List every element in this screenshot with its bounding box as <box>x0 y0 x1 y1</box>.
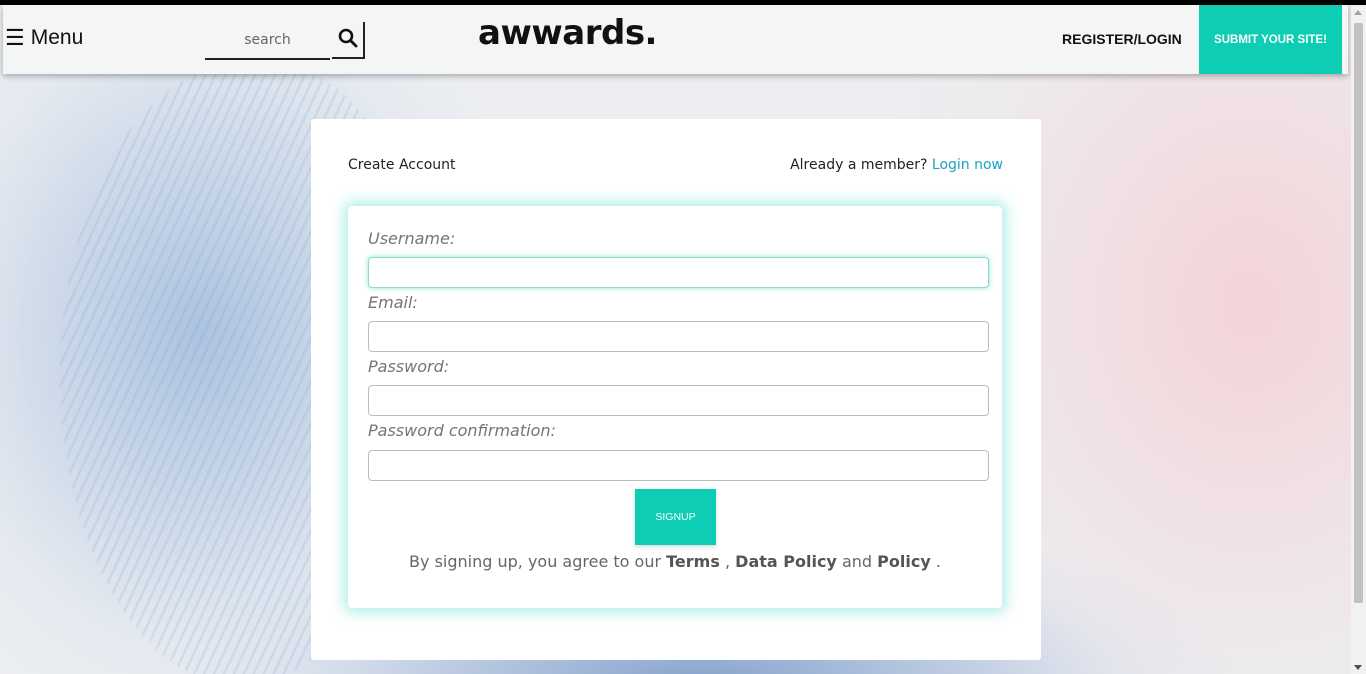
search-input[interactable] <box>205 22 330 60</box>
vertical-scrollbar[interactable] <box>1351 5 1366 674</box>
menu-label: Menu <box>30 26 84 49</box>
register-login-link[interactable]: REGISTER/LOGIN <box>1062 31 1182 47</box>
username-field[interactable] <box>368 257 989 288</box>
policy-link[interactable]: Policy <box>877 552 931 571</box>
search-icon <box>338 28 357 48</box>
site-logo[interactable]: awwards. <box>478 13 657 53</box>
password-field[interactable] <box>368 385 989 416</box>
already-member-label: Already a member? <box>790 157 928 173</box>
search-button[interactable] <box>332 22 365 59</box>
already-member-text: Already a member? Login now <box>790 157 1003 173</box>
password-confirmation-field[interactable] <box>368 450 989 481</box>
menu-button[interactable]: ☰ Menu <box>5 25 83 51</box>
hamburger-icon: ☰ <box>5 25 25 50</box>
terms-end: . <box>935 552 941 571</box>
username-label: Username: <box>368 229 456 248</box>
terms-text: By signing up, you agree to our Terms , … <box>348 552 1002 571</box>
terms-link[interactable]: Terms <box>666 552 720 571</box>
search-bar <box>205 22 367 61</box>
login-now-link[interactable]: Login now <box>932 157 1003 173</box>
terms-prefix: By signing up, you agree to our <box>409 552 662 571</box>
page-background: ☰ Menu awwards. REGISTER/LOGIN SUBMIT YO… <box>0 5 1351 674</box>
signup-form: Username: Email: Password: Password conf… <box>348 206 1002 608</box>
terms-and: and <box>841 552 873 571</box>
scroll-up-arrow-icon[interactable] <box>1354 10 1362 15</box>
password-confirmation-label: Password confirmation: <box>368 421 556 440</box>
submit-site-button[interactable]: SUBMIT YOUR SITE! <box>1199 5 1342 74</box>
scroll-down-arrow-icon[interactable] <box>1354 665 1362 670</box>
create-account-card: Create Account Already a member? Login n… <box>311 119 1041 660</box>
email-label: Email: <box>368 293 418 312</box>
card-title: Create Account <box>348 157 456 173</box>
password-label: Password: <box>368 357 450 376</box>
scrollbar-thumb[interactable] <box>1354 23 1363 603</box>
top-navbar: ☰ Menu awwards. REGISTER/LOGIN SUBMIT YO… <box>3 5 1348 74</box>
data-policy-link[interactable]: Data Policy <box>735 552 837 571</box>
terms-separator: , <box>724 552 731 571</box>
signup-button[interactable]: SIGNUP <box>635 489 716 545</box>
email-field[interactable] <box>368 321 989 352</box>
